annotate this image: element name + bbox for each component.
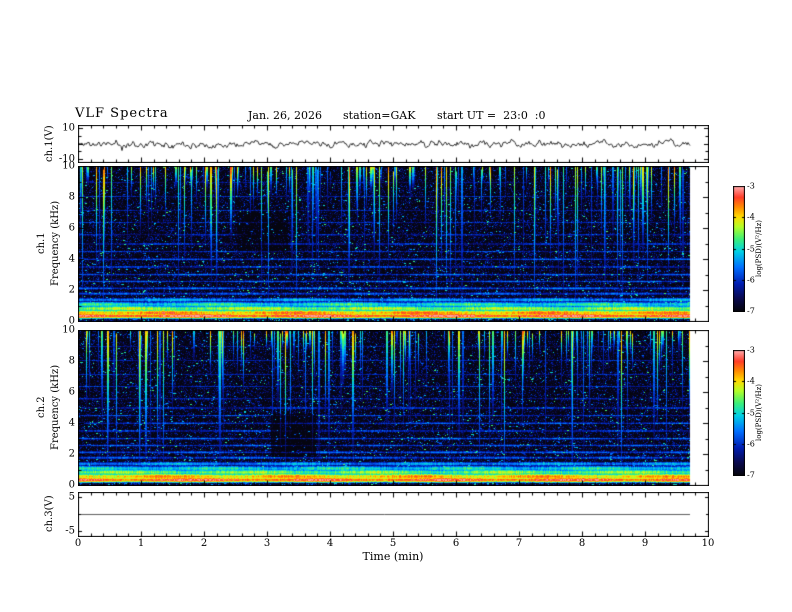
time-tick-label: 3 bbox=[263, 538, 271, 549]
ch2-frequency-tick-label: 8 bbox=[68, 355, 75, 367]
colorbar-tick-label: -5 bbox=[747, 408, 755, 417]
colorbar-ch1-label: log(PSD)(V²/Hz) bbox=[755, 220, 763, 277]
ch1-voltage-tick-label: 10 bbox=[62, 122, 75, 134]
start-ut-label: start UT = 23:0 :0 bbox=[437, 109, 546, 122]
ch1-spectrogram-canvas bbox=[78, 166, 709, 322]
time-tick-label: 4 bbox=[326, 538, 334, 549]
colorbar-ch2-label: log(PSD)(V²/Hz) bbox=[755, 384, 763, 441]
ch1-frequency-tick-label: 2 bbox=[68, 284, 75, 296]
vlf-spectra-plot: VLF Spectra Jan. 26, 2026 station=GAK st… bbox=[0, 0, 792, 612]
ch1-frequency-tick-label: 8 bbox=[68, 191, 75, 203]
colorbar-tick-label: -6 bbox=[747, 439, 755, 449]
time-tick-label: 1 bbox=[137, 538, 145, 549]
colorbar-tick-label: -6 bbox=[747, 275, 755, 285]
ch3-voltage-axis-label: ch.3(V) bbox=[44, 495, 55, 533]
ch1-spectrogram-channel-label: ch.1 bbox=[36, 232, 47, 255]
ch1-voltage-tick-label: -10 bbox=[58, 153, 75, 165]
ch2-frequency-tick-label: 6 bbox=[68, 386, 75, 398]
ch1-frequency-tick-label: 6 bbox=[68, 222, 75, 234]
ch2-frequency-tick-label: 2 bbox=[68, 448, 75, 460]
time-tick-label: 0 bbox=[74, 538, 82, 549]
colorbar-tick-label: -3 bbox=[747, 181, 755, 191]
colorbar-tick-label: -4 bbox=[747, 212, 755, 222]
ch3-voltage-tick-label: 5 bbox=[68, 491, 75, 503]
colorbar-tick-label: -7 bbox=[747, 470, 755, 480]
colorbar-tick-label: -5 bbox=[747, 244, 755, 253]
ch1-waveform-canvas bbox=[78, 125, 709, 163]
station-label: station=GAK bbox=[343, 109, 416, 122]
ch1-frequency-axis-label: Frequency (kHz) bbox=[50, 200, 61, 287]
colorbar-tick-label: -7 bbox=[747, 306, 755, 316]
time-tick-label: 5 bbox=[389, 538, 397, 549]
colorbar-ch1-canvas bbox=[733, 186, 745, 312]
colorbar-tick-label: -3 bbox=[747, 345, 755, 355]
ch2-frequency-tick-label: 4 bbox=[68, 417, 75, 429]
time-tick-label: 8 bbox=[578, 538, 586, 549]
time-tick-label: 10 bbox=[701, 538, 715, 549]
colorbar-tick-label: -4 bbox=[747, 376, 755, 386]
colorbar-ch2-canvas bbox=[733, 350, 745, 476]
ch3-waveform-canvas bbox=[78, 492, 709, 537]
ch1-frequency-tick-label: 4 bbox=[68, 253, 75, 265]
ch2-frequency-axis-label: Frequency (kHz) bbox=[50, 364, 61, 451]
plot-title: VLF Spectra bbox=[75, 106, 169, 121]
ch3-voltage-tick-label: -5 bbox=[65, 525, 75, 537]
plot-date: Jan. 26, 2026 bbox=[248, 109, 323, 122]
ch2-spectrogram-channel-label: ch.2 bbox=[36, 396, 47, 419]
time-tick-label: 2 bbox=[200, 538, 208, 549]
ch2-spectrogram-canvas bbox=[78, 330, 709, 486]
ch1-voltage-axis-label: ch.1(V) bbox=[44, 125, 55, 162]
ch2-frequency-tick-label: 0 bbox=[68, 479, 75, 491]
time-tick-label: 6 bbox=[452, 538, 460, 549]
time-tick-label: 9 bbox=[641, 538, 649, 549]
time-tick-label: 7 bbox=[515, 538, 523, 549]
ch2-frequency-tick-label: 10 bbox=[62, 324, 75, 336]
time-axis-label: Time (min) bbox=[362, 550, 424, 563]
